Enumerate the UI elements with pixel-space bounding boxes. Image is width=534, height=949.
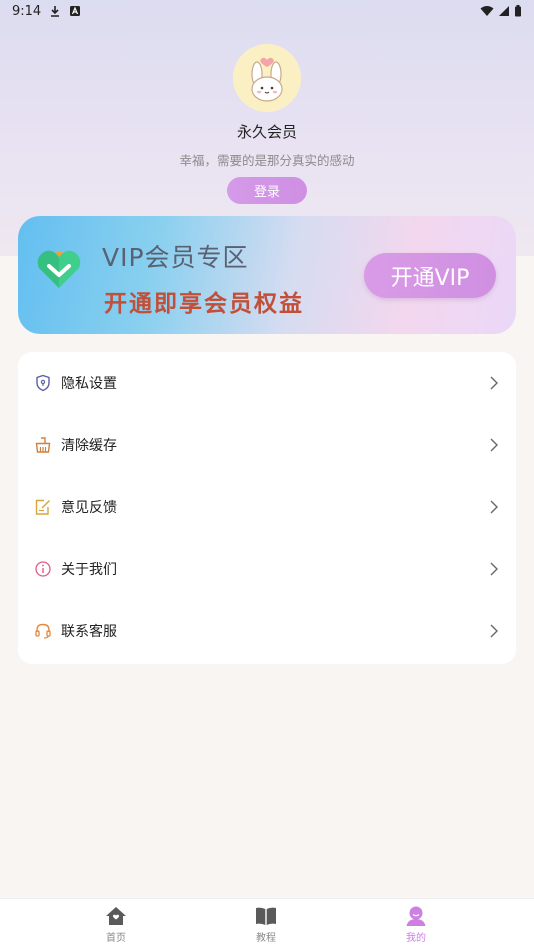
headset-icon	[34, 622, 52, 640]
battery-icon	[515, 5, 521, 17]
info-icon	[34, 560, 52, 578]
chevron-right-icon	[490, 562, 498, 576]
chevron-right-icon	[490, 438, 498, 452]
menu-item-about[interactable]: 关于我们	[18, 538, 516, 600]
notification-a-icon	[70, 6, 81, 16]
tab-label: 我的	[406, 933, 426, 944]
vip-title: VIP会员专区	[102, 243, 249, 272]
signal-icon	[499, 6, 509, 16]
menu-item-label: 意见反馈	[61, 500, 117, 516]
menu-item-feedback[interactable]: 意见反馈	[18, 476, 516, 538]
shield-icon	[34, 374, 52, 392]
menu-item-privacy[interactable]: 隐私设置	[18, 352, 516, 414]
tab-tutorial[interactable]: 教程	[236, 905, 296, 944]
wifi-icon	[480, 6, 494, 16]
chevron-right-icon	[490, 624, 498, 638]
vip-subtitle: 开通即享会员权益	[104, 291, 304, 317]
login-button[interactable]: 登录	[227, 177, 307, 204]
menu-item-label: 联系客服	[61, 624, 117, 640]
open-vip-button[interactable]: 开通VIP	[364, 253, 496, 298]
menu-item-label: 清除缓存	[61, 438, 117, 454]
profile-name: 永久会员	[236, 123, 297, 141]
avatar[interactable]	[233, 44, 301, 112]
vip-heart-icon	[37, 250, 81, 288]
broom-icon	[34, 436, 52, 454]
status-bar: 9:14	[0, 0, 534, 22]
tab-label: 首页	[106, 933, 126, 944]
bunny-avatar-icon	[233, 44, 301, 112]
profile-icon	[406, 906, 426, 926]
home-icon	[106, 907, 126, 925]
download-icon	[51, 6, 60, 17]
profile-motto: 幸福，需要的是那分真实的感动	[179, 153, 355, 168]
book-icon	[256, 907, 276, 925]
menu-item-clear-cache[interactable]: 清除缓存	[18, 414, 516, 476]
chevron-right-icon	[490, 500, 498, 514]
feedback-icon	[34, 498, 52, 516]
settings-menu: 隐私设置 清除缓存 意见反馈 关于我们 联系客服	[18, 352, 516, 664]
vip-banner[interactable]: VIP会员专区 开通即享会员权益 开通VIP	[18, 216, 516, 334]
tab-mine[interactable]: 我的	[386, 905, 446, 944]
menu-item-label: 隐私设置	[61, 376, 117, 392]
bottom-tab-bar: 首页 教程 我的	[0, 898, 534, 949]
menu-item-contact-service[interactable]: 联系客服	[18, 600, 516, 662]
chevron-right-icon	[490, 376, 498, 390]
tab-label: 教程	[256, 933, 276, 944]
menu-item-label: 关于我们	[61, 562, 117, 578]
tab-home[interactable]: 首页	[86, 905, 146, 944]
status-time: 9:14	[12, 3, 42, 19]
